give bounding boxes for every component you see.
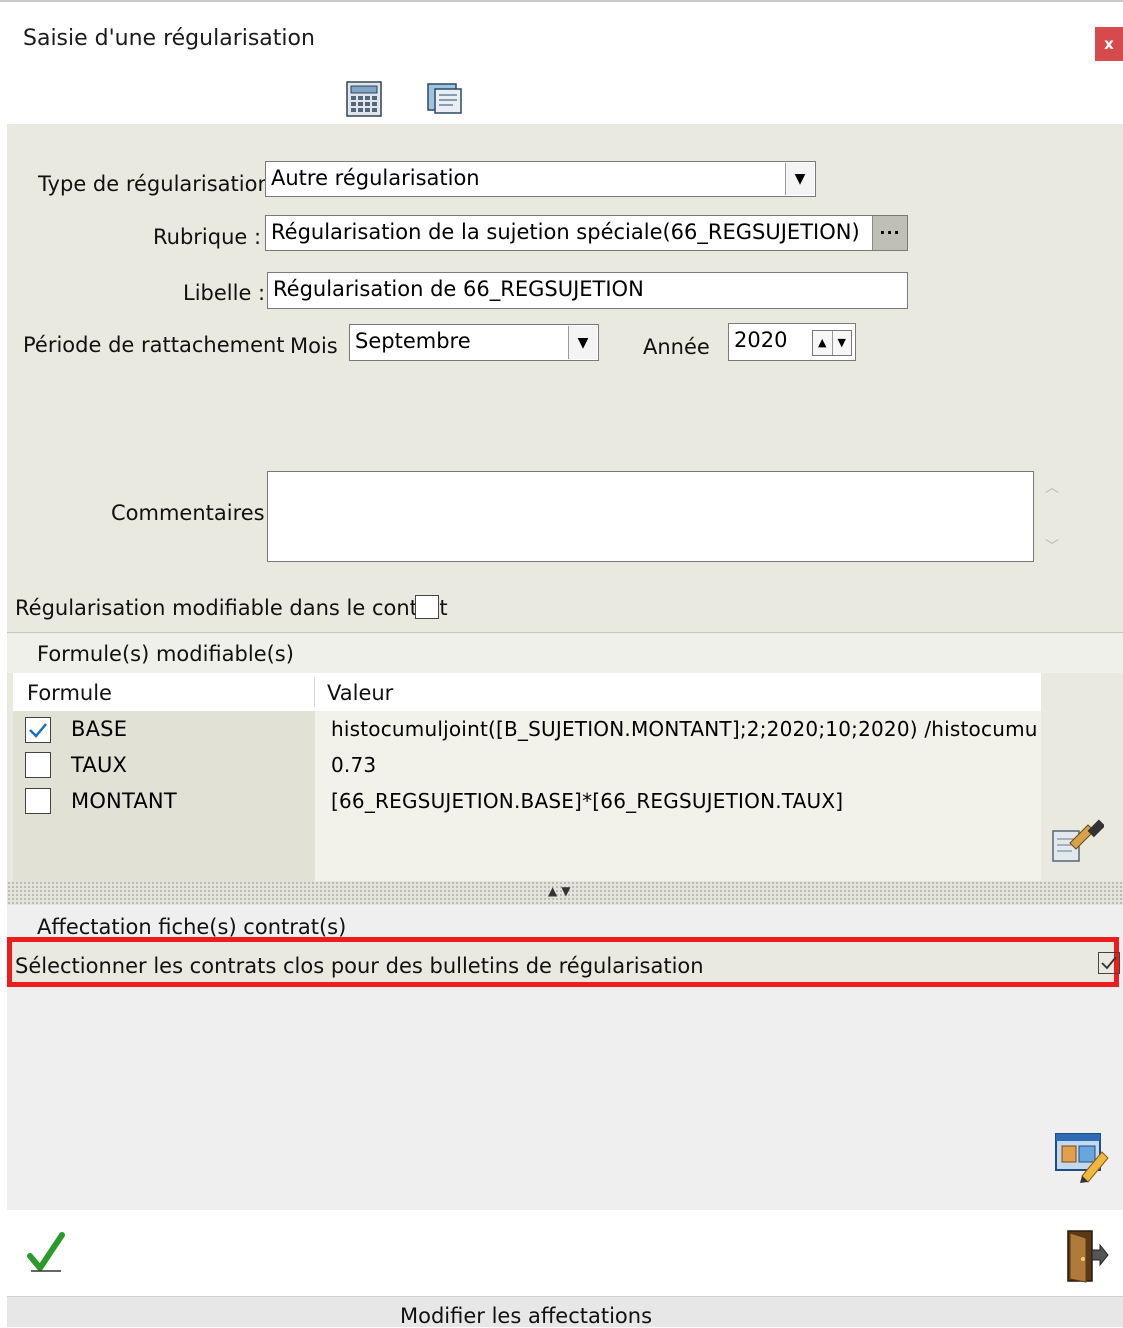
edit-formula-icon[interactable] [1050,817,1106,863]
formules-section-title: Formule(s) modifiable(s) [37,642,294,666]
type-label: Type de régularisation [38,172,271,196]
column-header-formule[interactable]: Formule [27,681,112,705]
formules-grid-header [13,673,1041,711]
select-closed-label: Sélectionner les contrats clos pour des … [15,954,704,978]
type-dropdown[interactable]: Autre régularisation ▼ [265,161,816,197]
periode-label: Période de rattachement [23,333,285,357]
modifiable-checkbox[interactable] [415,595,439,619]
rubrique-value: Régularisation de la sujetion spéciale(6… [271,220,860,244]
chevron-down-icon[interactable]: ▼ [785,163,814,195]
row-taux-name: TAUX [71,753,128,777]
validate-checkmark-icon[interactable] [27,1232,65,1274]
commentaires-label: Commentaires : [111,501,279,525]
calculator-icon[interactable] [345,81,383,117]
rubrique-label: Rubrique : [153,225,262,249]
column-separator [314,677,315,707]
row-montant-checkbox[interactable] [25,788,51,814]
annee-label: Année [643,335,710,359]
column-header-valeur[interactable]: Valeur [327,681,393,705]
row-montant-name: MONTANT [71,789,177,813]
scroll-down-icon[interactable]: ﹀ [1045,536,1059,556]
splitter-arrows-icon[interactable]: ▲▼ [548,884,574,898]
arrow-down-icon[interactable]: ▼ [833,331,852,355]
exit-door-icon[interactable] [1064,1228,1110,1284]
row-base-checkbox[interactable] [25,717,51,743]
ellipsis-button[interactable]: ··· [872,216,907,250]
scroll-up-icon[interactable]: ︿ [1045,477,1059,497]
modifiable-label: Régularisation modifiable dans le contra… [15,596,448,620]
checkmark-icon [29,723,47,738]
row-montant-value[interactable]: [66_REGSUJETION.BASE]*[66_REGSUJETION.TA… [331,789,843,813]
arrow-up-icon[interactable]: ▲ [813,331,833,355]
mois-dropdown[interactable]: Septembre ▼ [349,324,599,361]
libelle-value: Régularisation de 66_REGSUJETION [273,277,644,301]
textarea-scrollbar[interactable]: ︿ ﹀ [1039,471,1065,562]
status-bar-text: Modifier les affectations [400,1304,653,1328]
select-closed-checkbox[interactable] [1098,952,1120,974]
type-value: Autre régularisation [271,166,480,190]
libelle-label: Libelle : [183,281,266,305]
mois-value: Septembre [355,329,471,353]
chevron-down-icon[interactable]: ▼ [568,326,597,359]
mois-label: Mois [290,334,338,358]
libelle-field[interactable]: Régularisation de 66_REGSUJETION [267,272,908,309]
spinner-buttons[interactable]: ▲ ▼ [812,330,852,356]
annee-spinner[interactable]: 2020 ▲ ▼ [728,323,856,361]
row-taux-checkbox[interactable] [25,752,51,778]
rubrique-field[interactable]: Régularisation de la sujetion spéciale(6… [265,215,908,251]
annee-value: 2020 [734,328,788,352]
commentaires-textarea[interactable] [267,471,1034,562]
affectation-section-title: Affectation fiche(s) contrat(s) [37,915,347,939]
row-taux-value[interactable]: 0.73 [331,753,376,777]
row-base-value[interactable]: histocumuljoint([B_SUJETION.MONTANT];2;2… [331,717,1037,741]
row-base-name: BASE [71,717,128,741]
close-button[interactable]: x [1095,27,1123,61]
window-title: Saisie d'une régularisation [23,26,315,51]
window-top-border [0,0,1123,9]
checkmark-icon [1101,956,1117,970]
contracts-edit-icon[interactable] [1054,1130,1110,1184]
document-window-icon[interactable] [425,81,463,117]
